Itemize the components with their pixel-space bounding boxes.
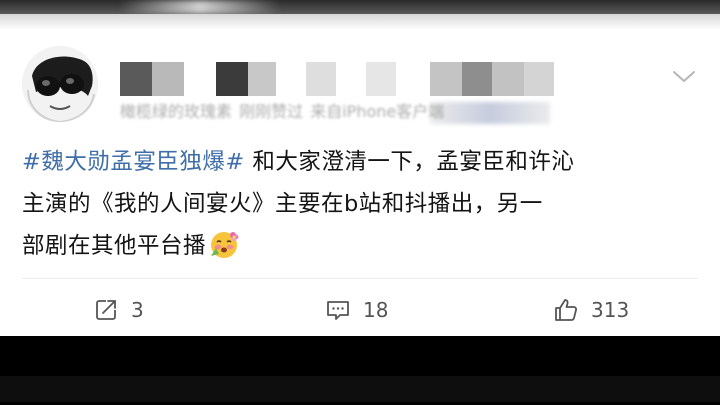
pixel-block [248,62,276,96]
repost-icon [96,300,116,320]
pixel-block [152,62,184,96]
post-card: 橄榄绿的玫瑰素 刚刚赞过 来自iPhone客户端 #魏大勋孟宴臣独爆# 和大家澄… [0,14,720,336]
blushing-face-with-flower-emoji [211,232,239,258]
card-top-shade [0,14,720,30]
like-icon [555,299,578,321]
pixel-block [524,62,554,96]
chevron-down-icon[interactable] [671,66,697,86]
divider [22,278,698,279]
pixel-block [366,62,396,96]
comment-icon [327,301,349,320]
post-content: #魏大勋孟宴臣独爆# 和大家澄清一下，孟宴臣和许沁 主演的《我的人间宴火》主要在… [22,141,702,267]
pixel-block [492,62,524,96]
content-line-3: 部剧在其他平台播 [22,225,702,267]
comment-count: 18 [363,298,389,322]
like-count: 313 [591,298,630,322]
pixel-block [462,62,492,96]
meta-time: 刚刚赞过 [239,102,304,121]
post-meta-blurred: 橄榄绿的玫瑰素 刚刚赞过 来自iPhone客户端 [120,99,580,125]
action-bar: 3 18 313 [0,290,720,330]
author-name-pixelated[interactable] [120,62,580,102]
hashtag-link[interactable]: #魏大勋孟宴臣独爆# [22,149,245,175]
avatar[interactable] [22,46,98,122]
like-button[interactable]: 313 [553,290,629,330]
bottom-band [0,376,720,402]
content-text: 部剧在其他平台播 [22,233,207,259]
content-text: 和大家澄清一下，孟宴臣和许沁 [244,149,575,175]
meta-name: 橄榄绿的玫瑰素 [120,102,233,121]
avatar-image [22,46,98,122]
pixel-block [430,62,462,96]
blurred-region [120,0,280,14]
bottom-letterbox [0,336,720,405]
repost-button[interactable]: 3 [93,290,144,330]
meta-source: 来自iPhone客户端 [310,102,445,121]
pixel-block [216,62,248,96]
pixel-block [306,62,336,96]
top-status-strip [0,0,720,14]
pixel-block [120,62,152,96]
content-line-2: 主演的《我的人间宴火》主要在b站和抖播出，另一 [22,191,543,217]
comment-button[interactable]: 18 [325,290,388,330]
content-line-1: #魏大勋孟宴臣独爆# 和大家澄清一下，孟宴臣和许沁 [22,141,702,183]
repost-count: 3 [131,298,144,322]
